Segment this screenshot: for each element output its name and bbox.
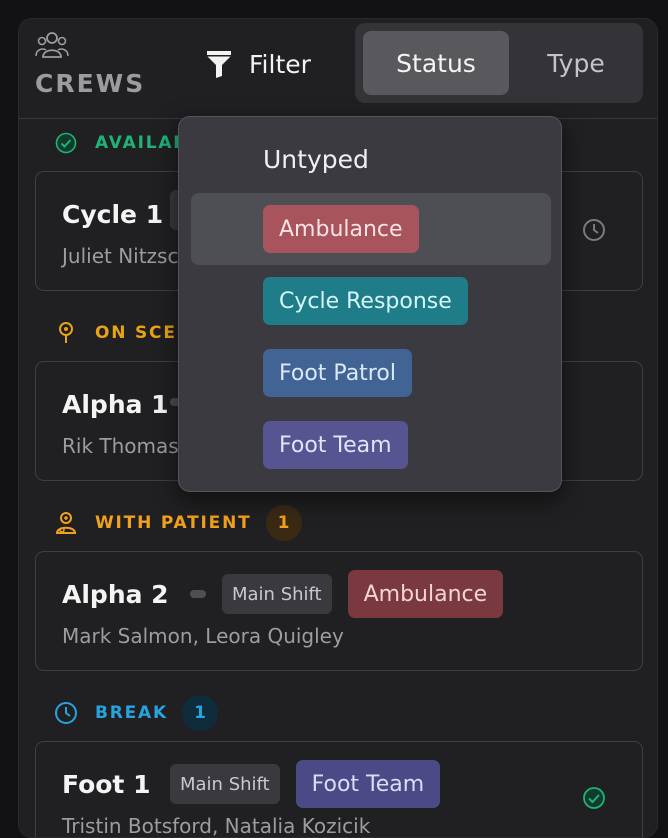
crews-icon xyxy=(35,32,69,58)
crew-members: Rik Thomas xyxy=(62,434,179,458)
clock-icon xyxy=(583,219,605,241)
dropdown-option-foot-team[interactable]: Foot Team xyxy=(263,421,408,469)
map-pin-icon xyxy=(53,320,79,346)
tag-row: Main Shift Foot Team xyxy=(170,760,441,808)
patient-icon xyxy=(53,510,79,536)
filter-icon xyxy=(207,51,231,78)
dropdown-option-untyped[interactable]: Untyped xyxy=(263,145,369,174)
section-break: BREAK 1 xyxy=(53,693,218,733)
shift-badge: Main Shift xyxy=(222,574,332,614)
type-filter-dropdown: Untyped Ambulance Cycle Response Foot Pa… xyxy=(178,116,562,492)
segment-type[interactable]: Type xyxy=(517,31,635,95)
section-label: BREAK xyxy=(95,703,168,723)
crew-members: Mark Salmon, Leora Quigley xyxy=(62,624,344,648)
check-circle-icon xyxy=(583,787,605,809)
check-circle-icon xyxy=(53,130,79,156)
crew-name: Foot 1 xyxy=(62,770,151,799)
type-tag: Foot Team xyxy=(295,760,441,808)
filter-label: Filter xyxy=(249,49,311,79)
crew-card[interactable]: Alpha 2 Main Shift Ambulance Mark Salmon… xyxy=(35,551,643,671)
dropdown-option-foot-patrol[interactable]: Foot Patrol xyxy=(263,349,412,397)
section-count-badge: 1 xyxy=(182,695,218,731)
segment-status[interactable]: Status xyxy=(363,31,509,95)
section-label: WITH PATIENT xyxy=(95,513,252,533)
group-by-segmented-control: Status Type xyxy=(355,23,643,103)
crews-header: CREWS Filter Status Type xyxy=(19,19,657,119)
clock-icon xyxy=(53,700,79,726)
section-count-badge: 1 xyxy=(265,505,302,541)
section-with-patient: WITH PATIENT 1 xyxy=(53,503,302,543)
dropdown-option-ambulance[interactable]: Ambulance xyxy=(263,205,419,253)
dash-separator xyxy=(190,590,206,598)
filter-button[interactable]: Filter xyxy=(205,47,311,81)
app-root: CREWS Filter Status Type AVAILABLE Cycle… xyxy=(0,0,668,838)
tag-row: Main Shift Ambulance xyxy=(190,570,504,618)
crew-members: Tristin Botsford, Natalia Kozicik xyxy=(62,814,371,838)
crews-title: CREWS xyxy=(35,69,146,98)
crew-name: Cycle 1 xyxy=(62,200,164,229)
crew-card[interactable]: Foot 1 Main Shift Foot Team Tristin Bots… xyxy=(35,741,643,838)
shift-badge: Main Shift xyxy=(170,764,280,804)
crew-name: Alpha 1 xyxy=(62,390,169,419)
dropdown-option-cycle-response[interactable]: Cycle Response xyxy=(263,277,468,325)
crew-name: Alpha 2 xyxy=(62,580,169,609)
type-tag: Ambulance xyxy=(347,570,504,618)
